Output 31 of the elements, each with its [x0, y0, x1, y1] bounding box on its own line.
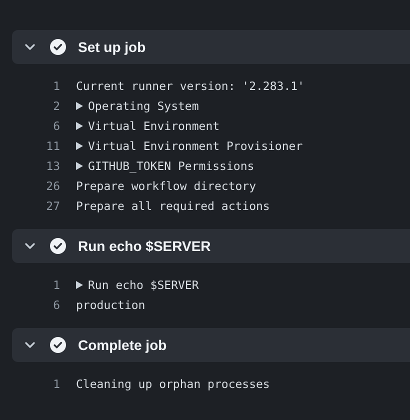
line-number: 6: [52, 119, 60, 133]
step-header[interactable]: Set up job: [12, 30, 410, 64]
step-title: Run echo $SERVER: [78, 238, 211, 254]
expand-triangle-icon[interactable]: [76, 102, 83, 110]
expand-triangle-icon[interactable]: [76, 142, 83, 150]
line-number: 1: [52, 377, 60, 391]
step-title: Set up job: [78, 39, 146, 55]
line-number: 27: [45, 199, 60, 213]
line-number: 6: [52, 298, 60, 312]
log-line: Current runner version: '2.283.1': [76, 79, 304, 93]
line-number: 13: [45, 159, 60, 173]
line-number: 2: [52, 99, 60, 113]
step-header[interactable]: Complete job: [12, 328, 410, 362]
expand-triangle-icon[interactable]: [76, 281, 83, 289]
step-header[interactable]: Run echo $SERVER: [12, 229, 410, 263]
step-title: Complete job: [78, 337, 167, 353]
line-number: 1: [52, 79, 60, 93]
expand-triangle-icon[interactable]: [76, 162, 83, 170]
line-number: 1: [52, 278, 60, 292]
line-number: 26: [45, 179, 60, 193]
log-line[interactable]: Virtual Environment: [88, 119, 220, 133]
line-number: 11: [45, 139, 60, 153]
log-line[interactable]: Operating System: [88, 99, 199, 113]
expand-triangle-icon[interactable]: [76, 122, 83, 130]
log-line[interactable]: Virtual Environment Provisioner: [88, 139, 303, 153]
log-line[interactable]: GITHUB_TOKEN Permissions: [88, 159, 254, 173]
log-line[interactable]: Run echo $SERVER: [88, 278, 199, 292]
log-line: production: [76, 298, 146, 312]
log-line: Prepare workflow directory: [76, 179, 256, 193]
log-line: Prepare all required actions: [76, 199, 270, 213]
log-line: Cleaning up orphan processes: [76, 377, 270, 391]
